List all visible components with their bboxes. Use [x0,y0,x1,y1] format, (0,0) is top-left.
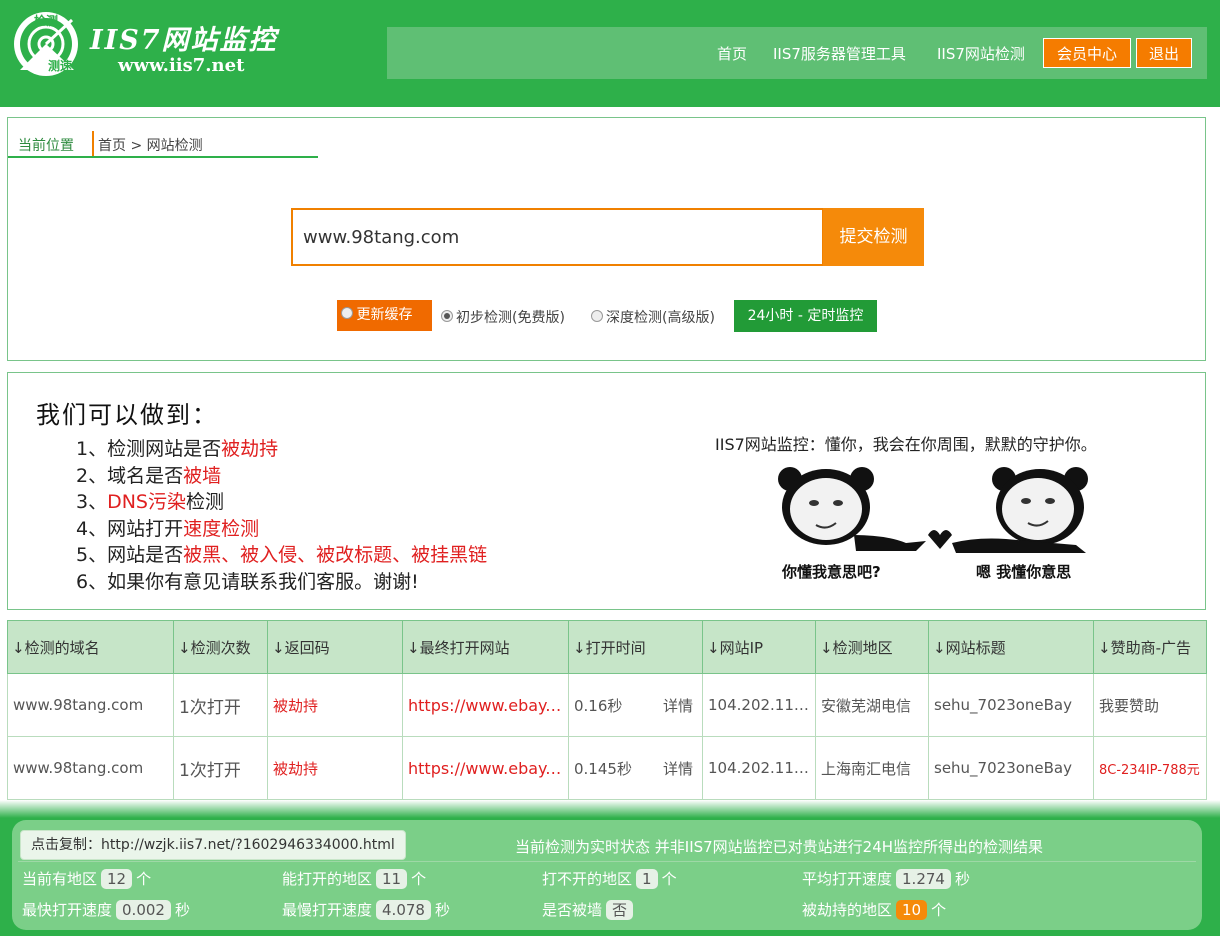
breadcrumb[interactable]: 首页 > 网站检测 [98,135,203,155]
nav-home-link[interactable]: 首页 [717,43,747,64]
feature-item: 4、网站打开速度检测 [76,517,260,540]
fastest-speed-value: 0.002 [116,900,171,920]
time-cell: 0.145秒 详情 [568,736,703,800]
column-header[interactable]: ↓网站IP [702,620,816,674]
search-box [291,208,824,266]
count-cell: 1次打开 [173,673,268,737]
stat-slowest-speed: 最慢打开速度 4.078 秒 [282,900,450,920]
sponsor-link[interactable]: 我要赞助 [1093,673,1207,737]
stat-fastest-speed: 最快打开速度 0.002 秒 [22,900,190,920]
title-cell: sehu_7023oneBay [928,736,1094,800]
stat-walled: 是否被墙否 [542,899,637,920]
column-header[interactable]: ↓最终打开网站 [402,620,569,674]
feature-item: 3、DNS污染检测 [76,491,225,513]
nav-server-tool-link[interactable]: IIS7服务器管理工具 [773,43,906,64]
table-row: www.98tang.com 1次打开 被劫持 https://www.ebay… [7,736,1207,800]
timed-monitor-button[interactable]: 24小时 - 定时监控 [734,300,877,332]
domain-cell: www.98tang.com [7,673,174,737]
column-header[interactable]: ↓检测的域名 [7,620,174,674]
feature-item: 6、如果你有意见请联系我们客服。谢谢! [76,570,419,593]
detail-link[interactable]: 详情 [663,758,693,779]
stat-hijacked: 被劫持的地区 10 个 [802,900,947,920]
summary-panel: 点击复制：http://wzjk.iis7.net/?1602946334000… [12,820,1202,930]
detail-link[interactable]: 详情 [663,695,693,716]
openable-count: 11 [376,869,408,889]
stat-unopenable: 打不开的地区 1 个 [542,869,677,889]
region-cell: 上海南汇电信 [815,736,929,800]
feature-item: 2、域名是否被墙 [76,464,222,487]
realtime-status-text: 当前检测为实时状态 并非IIS7网站监控已对贵站进行24H监控所得出的检测结果 [515,838,1044,856]
main-nav: 首页 IIS7服务器管理工具 IIS7网站检测 会员中心 退出 [387,27,1207,79]
region-cell: 安徽芜湖电信 [815,673,929,737]
ip-cell: 104.202.111.xxx [702,673,816,737]
breadcrumb-divider [92,131,94,157]
count-cell: 1次打开 [173,736,268,800]
deep-check-label: 深度检测(高级版) [606,310,715,326]
logo-bottom-text: 测速 [48,58,72,73]
final-site-link[interactable]: https://www.ebay.com/ [402,736,569,800]
domain-input[interactable] [303,227,803,248]
table-row: www.98tang.com 1次打开 被劫持 https://www.ebay… [7,673,1207,737]
column-header[interactable]: ↓返回码 [267,620,403,674]
time-value: 0.16秒 [574,696,623,715]
table-header-row: ↓检测的域名 ↓检测次数 ↓返回码 ↓最终打开网站 ↓打开时间 ↓网站IP ↓检… [7,620,1207,674]
code-cell: 被劫持 [267,673,403,737]
copy-link-button[interactable]: 点击复制：http://wzjk.iis7.net/?1602946334000… [20,830,406,860]
column-header[interactable]: ↓检测次数 [173,620,268,674]
average-speed-value: 1.274 [896,869,951,889]
walled-value: 否 [606,900,634,920]
column-header[interactable]: ↓网站标题 [928,620,1094,674]
ip-cell: 104.202.111.xxx [702,736,816,800]
refresh-cache-label: 更新缓存 [356,307,413,323]
features-title: 我们可以做到： [36,401,218,429]
sponsor-link[interactable]: 8C-234IP-788元 [1093,736,1207,800]
panda-right-text: 嗯 我懂你意思 [976,563,1071,581]
breadcrumb-underline [8,156,318,158]
feature-item: 1、检测网站是否被劫持 [76,438,279,460]
slowest-speed-value: 4.078 [376,900,431,920]
column-header[interactable]: ↓打开时间 [568,620,703,674]
column-header[interactable]: ↓检测地区 [815,620,929,674]
breadcrumb-label: 当前位置 [18,138,74,154]
logout-button[interactable]: 退出 [1136,38,1192,68]
refresh-cache-option[interactable]: 更新缓存 [337,300,432,331]
footer-divider [18,861,1196,862]
site-header: 检测 测速 IIS7网站监控 www.iis7.net 首页 IIS7服务器管理… [0,0,1220,107]
title-cell: sehu_7023oneBay [928,673,1094,737]
unopenable-count: 1 [636,869,658,889]
radio-basic-icon[interactable] [441,310,453,322]
hijacked-count: 10 [896,900,928,920]
results-table: ↓检测的域名 ↓检测次数 ↓返回码 ↓最终打开网站 ↓打开时间 ↓网站IP ↓检… [7,620,1207,800]
submit-check-button[interactable]: 提交检测 [823,208,924,266]
logo-top-text: 检测 [34,13,58,28]
domain-cell: www.98tang.com [7,736,174,800]
regions-count: 12 [101,869,133,889]
code-cell: 被劫持 [267,736,403,800]
radar-logo-icon[interactable]: 检测 测速 [12,10,80,78]
feature-item: 5、网站是否被黑、被入侵、被改标题、被挂黑链 [76,544,488,566]
nav-site-check-link[interactable]: IIS7网站检测 [937,43,1025,64]
panda-caption: IIS7网站监控：懂你，我会在你周围，默默的守护你。 [715,435,1097,454]
stat-average-speed: 平均打开速度 1.274 秒 [802,869,970,889]
final-site-link[interactable]: https://www.ebay.com/ [402,673,569,737]
panda-meme-image: 你懂我意思吧? 嗯 我懂你意思 [778,467,1088,581]
deep-check-option[interactable]: 深度检测(高级版) [591,307,715,327]
column-header[interactable]: ↓赞助商-广告 [1093,620,1207,674]
radio-cache-icon[interactable] [341,307,354,319]
member-center-button[interactable]: 会员中心 [1043,38,1131,68]
features-panel: 我们可以做到： 1、检测网站是否被劫持 2、域名是否被墙 3、DNS污染检测 4… [7,372,1206,610]
summary-footer: 点击复制：http://wzjk.iis7.net/?1602946334000… [0,800,1220,936]
time-cell: 0.16秒 详情 [568,673,703,737]
stat-regions: 当前有地区 12 个 [22,869,152,889]
brand-title[interactable]: IIS7网站监控 [90,18,278,57]
basic-check-label: 初步检测(免费版) [456,310,565,326]
time-value: 0.145秒 [574,759,632,778]
features-list: 1、检测网站是否被劫持 2、域名是否被墙 3、DNS污染检测 4、网站打开速度检… [76,436,487,595]
panda-left-text: 你懂我意思吧? [781,563,881,581]
search-panel: 当前位置 首页 > 网站检测 提交检测 更新缓存 初步检测(免费版) 深度检测(… [7,117,1206,361]
brand-url[interactable]: www.iis7.net [118,55,244,76]
radio-deep-icon[interactable] [591,310,603,322]
stat-openable: 能打开的地区 11 个 [282,869,427,889]
basic-check-option[interactable]: 初步检测(免费版) [441,307,565,327]
